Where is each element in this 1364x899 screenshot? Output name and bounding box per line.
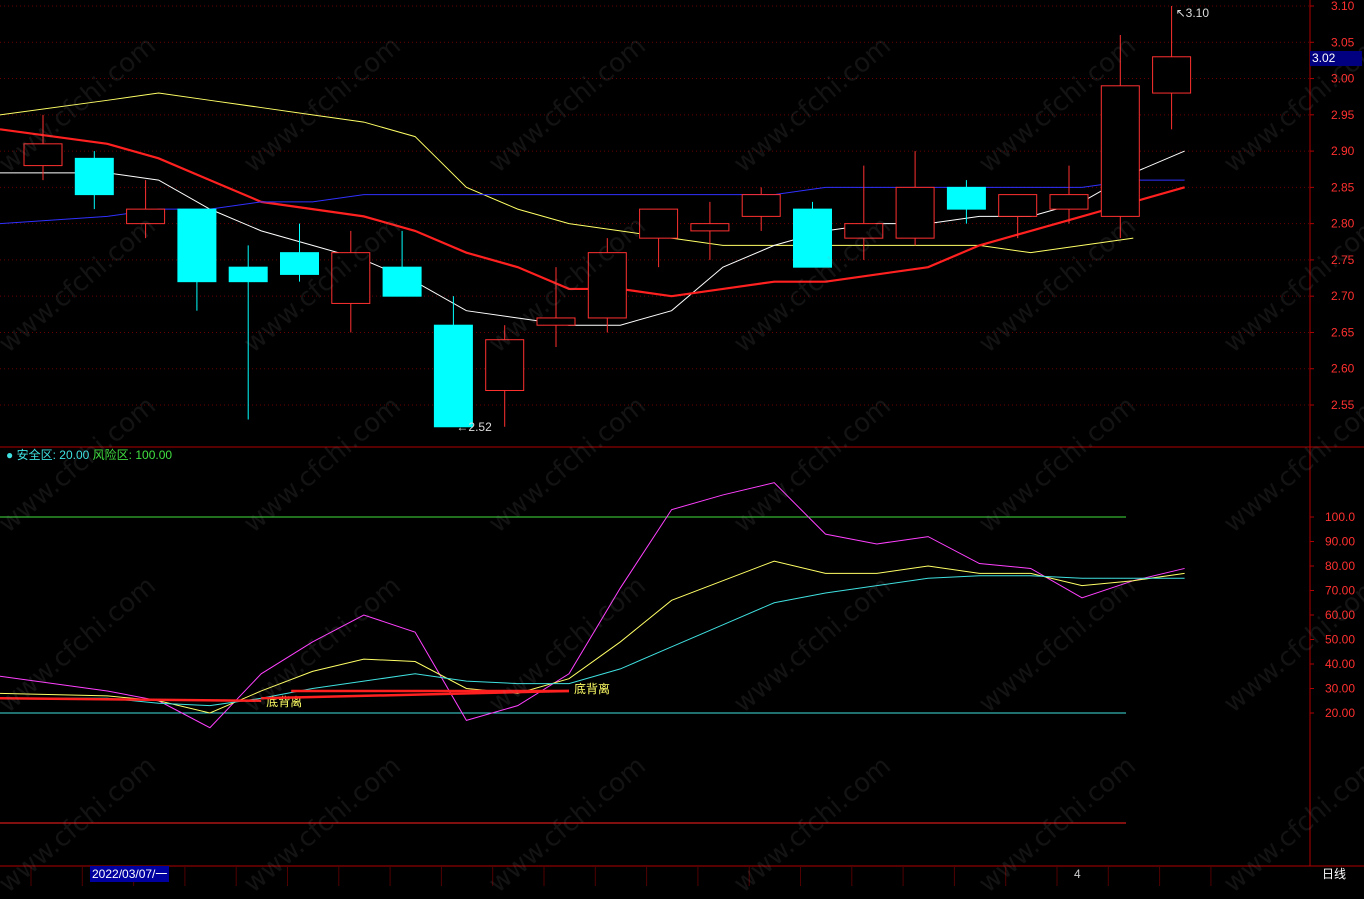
price-tick-label: 2.75 [1331,253,1355,267]
last-price-tag: 3.02 [1310,51,1362,66]
candle-body [228,266,268,283]
divergence-label: 底背离 [574,681,610,696]
divergence-label: 底背离 [266,694,302,709]
candle-body [177,208,217,283]
candle [1049,165,1089,224]
price-tick-label: 2.55 [1331,398,1355,412]
indicator-tick-label: 80.00 [1325,559,1355,573]
candle [793,201,832,268]
candle [177,208,217,311]
price-tick-label: 3.00 [1331,72,1355,86]
price-tick-label: 2.90 [1331,144,1355,158]
candle-body [741,194,781,217]
candle [587,238,627,333]
price-tick-label: 2.95 [1331,108,1355,122]
candle [639,208,679,268]
candle [946,180,986,224]
indicator-tick-label: 50.00 [1325,633,1355,647]
indicator-legend: ● 安全区: 20.00 风险区: 100.00 [6,448,172,462]
candle-body [280,252,319,275]
candle [228,245,268,420]
legend-bullet: ● [6,448,14,462]
candle-body [1049,194,1089,210]
indicator-tick-label: 100.0 [1325,510,1355,524]
candle [741,187,781,231]
candle [536,267,576,347]
candle-body [331,252,371,304]
candle-body [126,208,166,225]
high-price-marker: ↖3.10 [1176,6,1210,20]
price-tick-label: 2.85 [1331,180,1355,194]
moving-average-line [0,92,1134,254]
candle [331,230,371,333]
candle [1100,35,1140,239]
candle-body [1152,56,1192,94]
price-tick-label: 2.70 [1331,289,1355,303]
chart-canvas[interactable]: 底背离底背离 3.103.053.002.952.902.852.802.752… [0,0,1364,886]
candle [280,223,319,282]
candle-body [74,157,114,196]
price-tick-label: 2.60 [1331,362,1355,376]
candle [74,151,114,210]
candle [433,296,473,428]
candle [895,151,935,246]
candle [23,114,63,181]
price-tick-label: 3.05 [1331,35,1355,49]
price-tick-label: 2.80 [1331,217,1355,231]
candle [485,325,525,427]
divergence-line [0,697,262,702]
candle-body [844,223,884,239]
cursor-date: 2022/03/07/一 [90,866,170,882]
safe-zone-label: 安全区: [16,448,56,462]
bar-index: 4 [1074,867,1081,881]
candle-body [536,317,576,326]
low-price-marker: ←2.52 [456,420,492,434]
candle-body [895,186,935,239]
price-tick-label: 3.10 [1331,0,1355,13]
price-tick-label: 2.65 [1331,325,1355,339]
candle-body [998,194,1038,217]
risk-zone-value: 100.00 [135,448,173,462]
candle [690,201,730,260]
period-tab-daily[interactable]: 日线 [1322,866,1346,882]
candle-body [639,208,679,239]
indicator-tick-label: 40.00 [1325,657,1355,671]
candle-body [485,339,525,391]
candle-body [382,266,422,297]
candle [1152,6,1192,130]
risk-zone-label: 风险区: [92,448,132,462]
candle-body [433,324,473,428]
candle-body [23,143,63,167]
candle-body [793,208,832,268]
candle [126,180,166,239]
indicator-tick-label: 90.00 [1325,535,1355,549]
indicator-tick-label: 60.00 [1325,608,1355,622]
candle-body [946,186,986,210]
candle-body [1100,85,1140,217]
indicator-tick-label: 20.00 [1325,706,1355,720]
safe-zone-value: 20.00 [59,448,90,462]
candle-body [587,252,627,319]
candle [382,230,422,297]
indicator-tick-label: 30.00 [1325,682,1355,696]
candle-body [690,223,730,232]
indicator-tick-label: 70.00 [1325,584,1355,598]
